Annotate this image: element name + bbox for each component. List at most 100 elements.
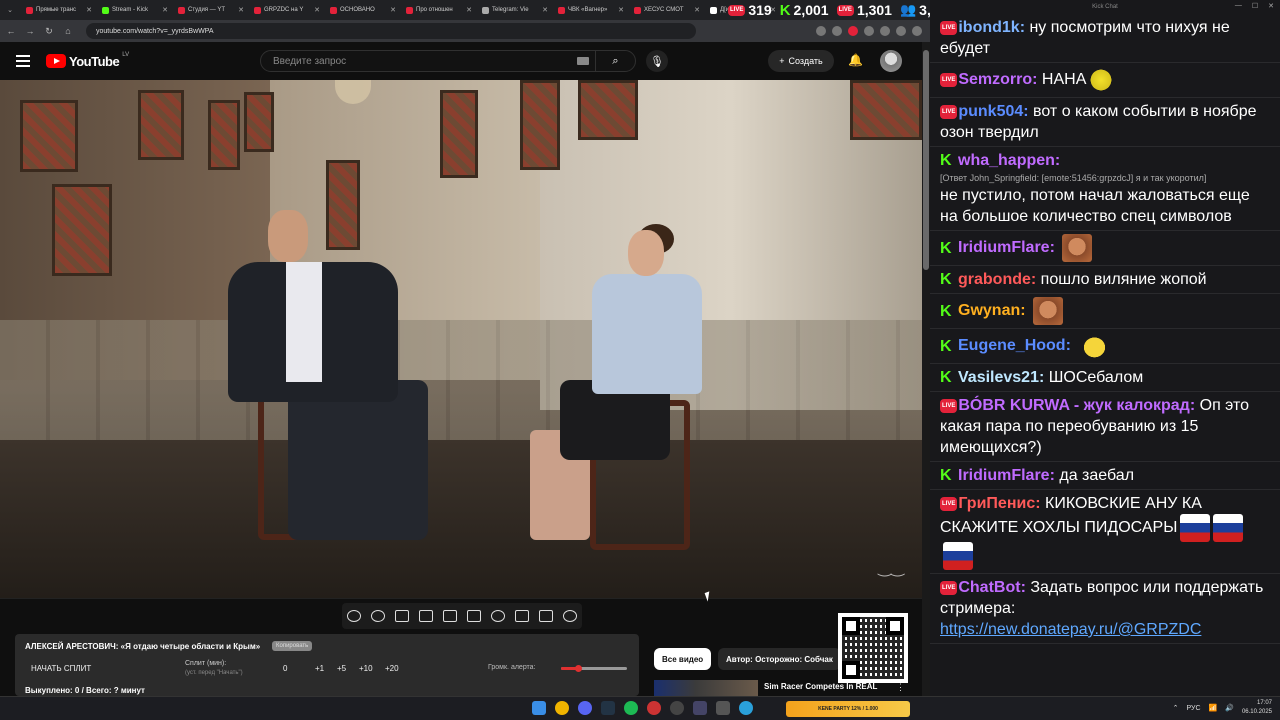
add-10-button[interactable]: +10 [359, 664, 373, 673]
page-scrollbar[interactable] [922, 42, 930, 696]
tab-search-button[interactable]: ⌄ [4, 4, 16, 16]
spotify-icon[interactable] [624, 701, 638, 715]
create-button[interactable]: + Создать [768, 50, 834, 72]
copy-badge[interactable]: Копировать [272, 641, 313, 651]
telegram-icon[interactable] [739, 701, 753, 715]
chat-username[interactable]: IridiumFlare [958, 467, 1050, 484]
menu-icon[interactable] [16, 55, 30, 67]
add-1-button[interactable]: +1 [315, 664, 324, 673]
obs-icon[interactable] [670, 701, 684, 715]
slider-handle[interactable] [574, 665, 582, 672]
forward-icon[interactable]: → [22, 23, 38, 39]
browser-tab[interactable]: ХЕСУС СМОТ ✕ [630, 1, 702, 19]
back-icon[interactable]: ← [3, 23, 19, 39]
chrome-icon[interactable] [555, 701, 569, 715]
maximize-icon[interactable]: ☐ [1252, 2, 1258, 10]
browser-tab[interactable]: Telegram: Vie ✕ [478, 1, 550, 19]
add-20-button[interactable]: +20 [385, 664, 399, 673]
theater-icon[interactable] [467, 610, 481, 622]
keyboard-icon[interactable] [577, 57, 589, 65]
app-icon[interactable] [647, 701, 661, 715]
chat-username[interactable]: Vasilevs21 [958, 369, 1039, 386]
extension-icon[interactable] [832, 26, 842, 36]
language-indicator[interactable]: РУС [1187, 705, 1201, 712]
chat-username[interactable]: ГриПенис [958, 495, 1035, 512]
browser-tab[interactable]: Прямые транс ✕ [22, 1, 94, 19]
home-icon[interactable]: ⌂ [60, 23, 76, 39]
chat-username[interactable]: Semzorro [958, 71, 1032, 88]
alert-volume-slider[interactable] [561, 665, 627, 672]
menu-icon[interactable] [912, 26, 922, 36]
voice-search-button[interactable]: 🎙 [646, 50, 668, 72]
avatar[interactable] [880, 50, 902, 72]
browser-tab[interactable]: GRPZDC на Y ✕ [250, 1, 322, 19]
profile-icon[interactable] [896, 26, 906, 36]
start-icon[interactable] [532, 701, 546, 715]
picture-in-picture-icon[interactable] [443, 610, 457, 622]
wifi-icon[interactable]: 📶 [1209, 704, 1218, 712]
tab-close-icon[interactable]: ✕ [542, 6, 548, 14]
download-icon[interactable] [880, 26, 890, 36]
chat-username[interactable]: wha_happen [958, 152, 1055, 169]
more-options-icon[interactable]: ⋮ [896, 682, 905, 693]
files-icon[interactable] [716, 701, 730, 715]
camera-icon[interactable] [539, 610, 553, 622]
steam-icon[interactable] [601, 701, 615, 715]
donation-link[interactable]: https://new.donatepay.ru/@GRPZDC [940, 621, 1201, 638]
browser-tab[interactable]: Про отношен ✕ [402, 1, 474, 19]
search-input[interactable]: Введите запрос ⌕ [260, 50, 636, 72]
browser-tab[interactable]: Stream - Kick ✕ [98, 1, 170, 19]
tab-close-icon[interactable]: ✕ [466, 6, 472, 14]
chat-username[interactable]: ChatBot [958, 579, 1020, 596]
chat-username[interactable]: Gwynan [958, 302, 1020, 319]
chat-username[interactable]: punk504 [958, 103, 1023, 120]
chip-all-videos[interactable]: Все видео [654, 648, 712, 670]
clock[interactable]: 17:07 06.10.2025 [1242, 699, 1272, 717]
discord-icon[interactable] [578, 701, 592, 715]
reload-icon[interactable]: ↻ [41, 23, 57, 39]
settings-gear-icon[interactable] [563, 610, 577, 622]
repeat-icon[interactable] [347, 610, 361, 622]
audio-icon[interactable] [371, 610, 385, 622]
start-split-button[interactable]: НАЧАТЬ СПЛИТ [31, 664, 91, 673]
related-video-title[interactable]: Sim Racer Competes In REAL [764, 682, 877, 691]
add-5-button[interactable]: +5 [337, 664, 346, 673]
browser-tab[interactable]: Студия — YT ✕ [174, 1, 246, 19]
extension-icon[interactable] [864, 26, 874, 36]
app-icon[interactable] [693, 701, 707, 715]
video-player[interactable]: ‿‿ [0, 80, 922, 598]
extension-icon[interactable] [848, 26, 858, 36]
tray-icon[interactable]: ⌃ [1173, 704, 1179, 712]
chat-username[interactable]: IridiumFlare [958, 239, 1050, 256]
related-video-thumbnail[interactable] [654, 680, 758, 696]
tab-close-icon[interactable]: ✕ [314, 6, 320, 14]
minimize-icon[interactable]: — [1235, 2, 1242, 10]
taskbar-ad-banner[interactable]: KENE PARTY 12% / 1.000 [786, 701, 910, 717]
chip-author[interactable]: Автор: Осторожно: Собчак [718, 648, 841, 670]
chat-username[interactable]: ibond1k [958, 19, 1019, 36]
tab-close-icon[interactable]: ✕ [86, 6, 92, 14]
tab-close-icon[interactable]: ✕ [238, 6, 244, 14]
tab-close-icon[interactable]: ✕ [162, 6, 168, 14]
extension-icon[interactable] [816, 26, 826, 36]
tab-close-icon[interactable]: ✕ [390, 6, 396, 14]
search-button[interactable]: ⌕ [595, 51, 635, 71]
youtube-logo[interactable]: YouTube LV [46, 52, 129, 69]
chat-username[interactable]: grabonde [958, 271, 1031, 288]
url-field[interactable]: youtube.com/watch?v=_yyrdsBwWPA [86, 23, 696, 39]
scrollbar-thumb[interactable] [923, 50, 929, 270]
add-clip-icon[interactable] [515, 610, 529, 622]
chat-message: LIVE punk504: вот о каком событии в ноябр… [930, 98, 1280, 147]
volume-icon[interactable]: 🔊 [1225, 704, 1234, 712]
tab-close-icon[interactable]: ✕ [694, 6, 700, 14]
screenshot-icon[interactable] [395, 610, 409, 622]
browser-tab[interactable]: ОСНОВАНО ✕ [326, 1, 398, 19]
tab-close-icon[interactable]: ✕ [618, 6, 624, 14]
browser-tab[interactable]: ЧВК «Вагнер» ✕ [554, 1, 626, 19]
speed-icon[interactable] [491, 610, 505, 622]
chat-username[interactable]: Eugene_Hood [958, 337, 1066, 354]
close-icon[interactable]: ✕ [1268, 2, 1274, 10]
notifications-bell-icon[interactable]: 🔔 [848, 53, 863, 67]
chat-username[interactable]: BÓBR KURWA - жук калокрад [958, 397, 1190, 414]
clapper-icon[interactable] [419, 610, 433, 622]
